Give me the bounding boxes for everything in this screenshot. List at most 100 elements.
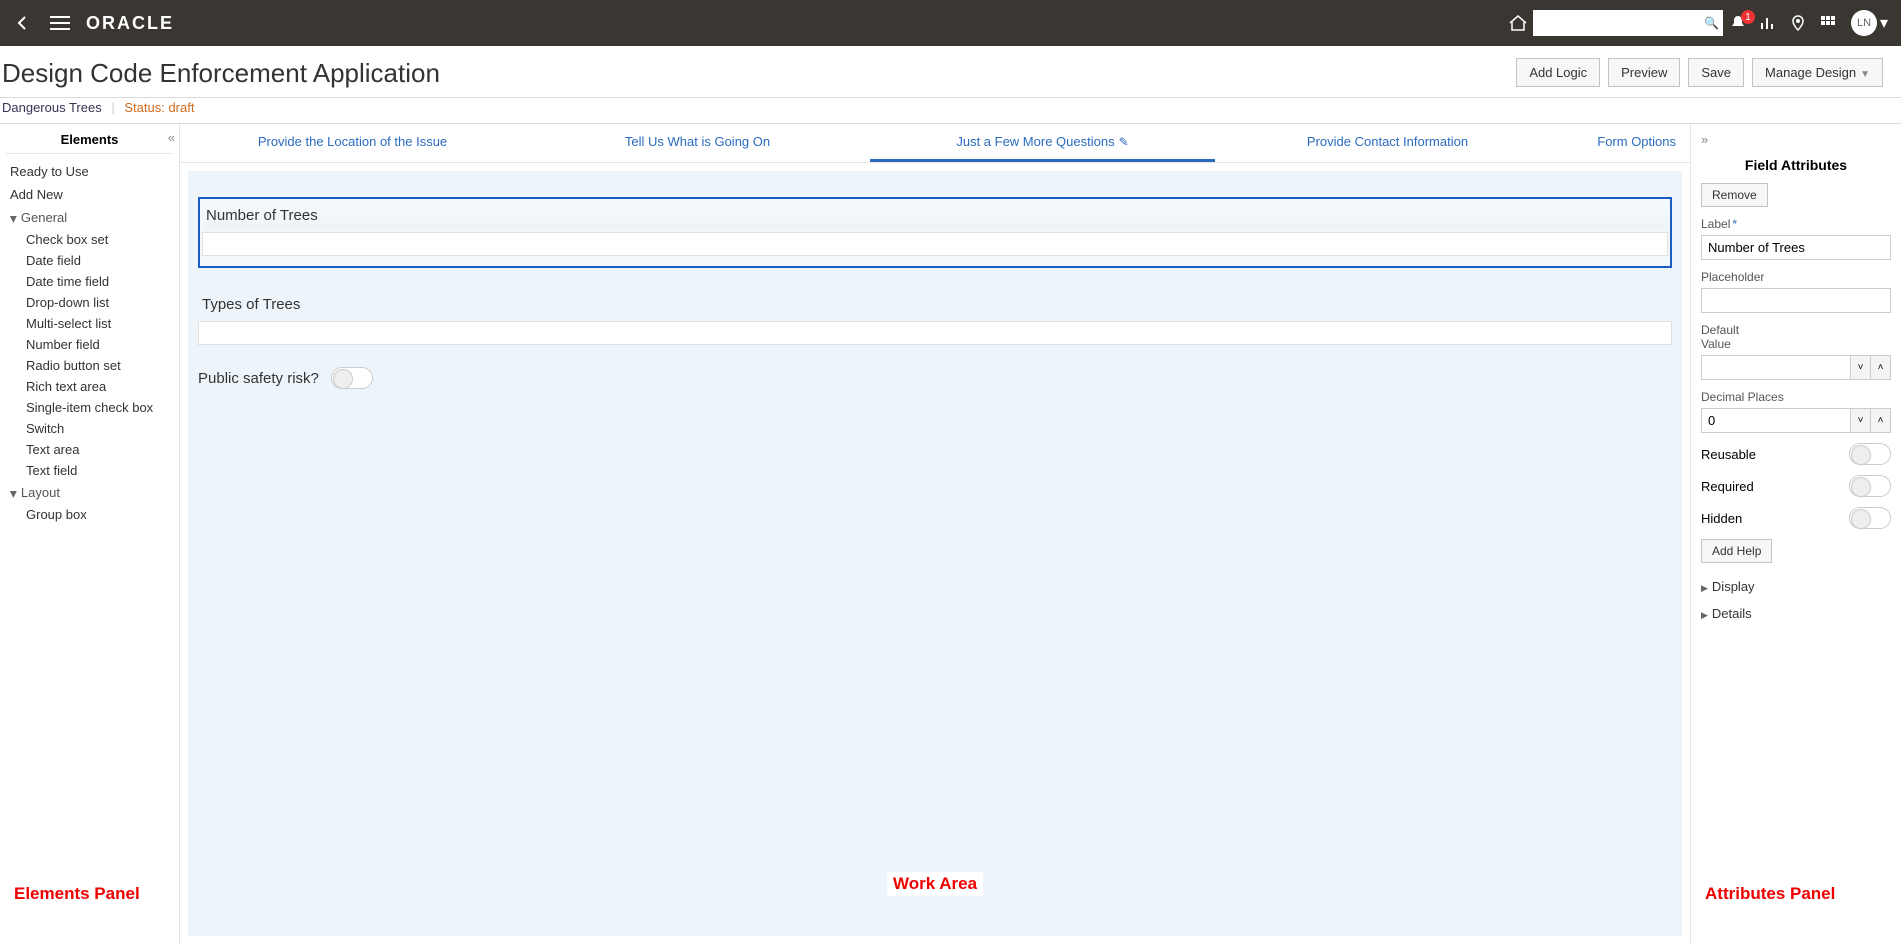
hidden-toggle[interactable] [1849,507,1891,529]
work-area: Number of Trees Types of Trees Public sa… [188,171,1682,936]
global-header: ORACLE 🔍 1 LN ▾ [0,0,1901,46]
field-input-preview [202,232,1668,256]
menu-icon[interactable] [48,11,72,35]
layout-group[interactable]: ▶Layout [6,481,173,504]
field-label: Types of Trees [198,290,1672,319]
layout-label: Layout [21,485,60,500]
save-button[interactable]: Save [1688,58,1744,87]
center-panel: Provide the Location of the Issue Tell U… [180,124,1691,944]
main-layout: Elements « Ready to Use Add New ▶General… [0,124,1901,944]
spin-down-icon[interactable]: ˅ [1851,355,1871,380]
element-item[interactable]: Number field [26,334,173,355]
field-public-safety-risk[interactable]: Public safety risk? [198,367,1672,389]
brand-logo: ORACLE [86,13,174,34]
element-item[interactable]: Rich text area [26,376,173,397]
placeholder-label: Placeholder [1701,270,1891,284]
default-value-label: Default Value [1701,323,1891,351]
status-label: Status: draft [124,100,194,115]
tab-whats-going-on[interactable]: Tell Us What is Going On [525,124,870,162]
element-item[interactable]: Group box [26,504,173,525]
pencil-icon[interactable]: ✎ [1119,135,1129,149]
collapse-elements-icon[interactable]: « [168,130,175,145]
triangle-icon: ▶ [8,216,19,223]
apps-icon[interactable] [1813,14,1843,32]
field-label: Public safety risk? [198,370,319,387]
search-input[interactable] [1533,10,1723,36]
tab-more-questions[interactable]: Just a Few More Questions ✎ [870,124,1215,162]
triangle-icon: ▶ [1701,610,1708,621]
tab-contact-info[interactable]: Provide Contact Information [1215,124,1560,162]
hidden-label: Hidden [1701,511,1742,526]
separator: | [111,100,114,115]
notifications-icon[interactable]: 1 [1723,14,1753,32]
chevron-down-icon: ▼ [1860,69,1870,80]
form-options-link[interactable]: Form Options [1560,124,1690,162]
breadcrumb: Dangerous Trees | Status: draft [0,98,1901,124]
element-item[interactable]: Date field [26,250,173,271]
element-item[interactable]: Radio button set [26,355,173,376]
default-value-input[interactable] [1701,355,1851,380]
global-search[interactable]: 🔍 [1533,10,1723,36]
reusable-toggle[interactable] [1849,443,1891,465]
details-section[interactable]: ▶ Details [1701,600,1891,627]
elements-title: Elements [6,132,173,154]
attributes-title: Field Attributes [1701,147,1891,183]
label-field-label: Label* [1701,217,1891,231]
decimal-places-input[interactable] [1701,408,1851,433]
element-item[interactable]: Text field [26,460,173,481]
field-number-of-trees[interactable]: Number of Trees [198,197,1672,268]
decimal-places-label: Decimal Places [1701,390,1891,404]
triangle-icon: ▶ [1701,583,1708,594]
add-help-button[interactable]: Add Help [1701,539,1772,563]
elements-panel: Elements « Ready to Use Add New ▶General… [0,124,180,944]
tab-location[interactable]: Provide the Location of the Issue [180,124,525,162]
switch-toggle[interactable] [331,367,373,389]
field-types-of-trees[interactable]: Types of Trees [198,290,1672,345]
manage-design-label: Manage Design [1765,65,1856,80]
general-label: General [21,210,67,225]
element-item[interactable]: Switch [26,418,173,439]
details-label: Details [1712,606,1752,621]
home-icon[interactable] [1503,13,1533,33]
preview-button[interactable]: Preview [1608,58,1680,87]
user-avatar[interactable]: LN [1851,10,1877,36]
back-icon[interactable] [10,11,34,35]
manage-design-button[interactable]: Manage Design ▼ [1752,58,1883,87]
element-item[interactable]: Date time field [26,271,173,292]
tab-more-questions-label: Just a Few More Questions [956,134,1114,149]
element-item[interactable]: Text area [26,439,173,460]
display-section[interactable]: ▶ Display [1701,573,1891,600]
element-item[interactable]: Single-item check box [26,397,173,418]
spin-down-icon[interactable]: ˅ [1851,408,1871,433]
attributes-panel: » Field Attributes Remove Label* Placeho… [1691,124,1901,944]
search-icon[interactable]: 🔍 [1704,16,1719,30]
remove-button[interactable]: Remove [1701,183,1768,207]
required-toggle[interactable] [1849,475,1891,497]
element-item[interactable]: Multi-select list [26,313,173,334]
general-group[interactable]: ▶General [6,206,173,229]
element-item[interactable]: Drop-down list [26,292,173,313]
triangle-icon: ▶ [8,491,19,498]
analytics-icon[interactable] [1753,14,1783,32]
add-new[interactable]: Add New [6,183,173,206]
label-input[interactable] [1701,235,1891,260]
field-label: Number of Trees [202,201,1668,230]
elements-annotation: Elements Panel [14,884,140,904]
map-pin-icon[interactable] [1783,14,1813,32]
page-tabs: Provide the Location of the Issue Tell U… [180,124,1690,163]
spin-up-icon[interactable]: ˄ [1871,355,1891,380]
attributes-annotation: Attributes Panel [1705,884,1835,904]
ready-to-use[interactable]: Ready to Use [6,160,173,183]
workarea-annotation: Work Area [887,872,983,896]
element-item[interactable]: Check box set [26,229,173,250]
page-header: Design Code Enforcement Application Add … [0,46,1901,98]
default-value-spinner: ˅ ˄ [1701,355,1891,380]
placeholder-input[interactable] [1701,288,1891,313]
expand-attrs-icon[interactable]: » [1701,132,1891,147]
reusable-label: Reusable [1701,447,1756,462]
app-name: Dangerous Trees [2,100,102,115]
spin-up-icon[interactable]: ˄ [1871,408,1891,433]
display-label: Display [1712,579,1755,594]
user-menu-caret[interactable]: ▾ [1877,13,1891,33]
add-logic-button[interactable]: Add Logic [1516,58,1600,87]
